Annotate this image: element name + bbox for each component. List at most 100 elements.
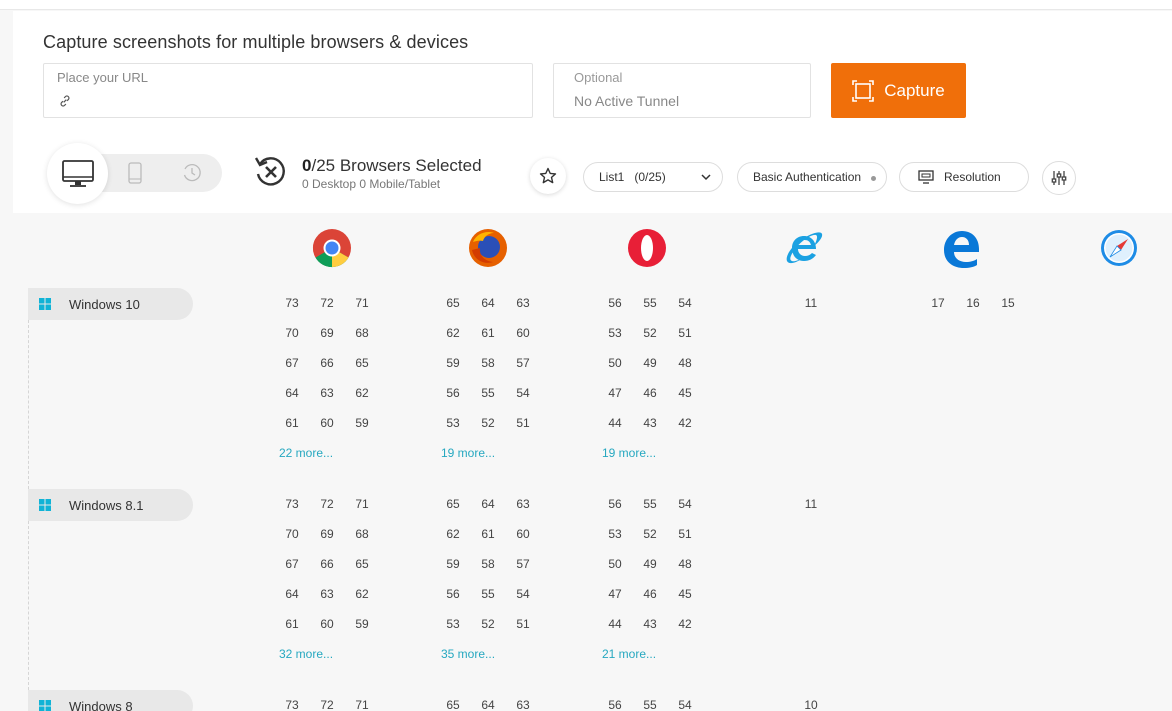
opera-version[interactable]: 42: [671, 416, 699, 430]
opera-version[interactable]: 55: [636, 497, 664, 511]
opera-more-link[interactable]: 21 more...: [602, 647, 656, 661]
favorites-button[interactable]: [530, 158, 566, 194]
firefox-version[interactable]: 65: [439, 296, 467, 310]
opera-version[interactable]: 46: [636, 386, 664, 400]
chrome-version[interactable]: 59: [348, 416, 376, 430]
opera-version[interactable]: 46: [636, 587, 664, 601]
firefox-version[interactable]: 60: [509, 326, 537, 340]
chrome-version[interactable]: 63: [313, 386, 341, 400]
opera-version[interactable]: 48: [671, 356, 699, 370]
opera-version[interactable]: 54: [671, 296, 699, 310]
chrome-more-link[interactable]: 22 more...: [279, 446, 333, 460]
firefox-version[interactable]: 65: [439, 698, 467, 711]
os-label[interactable]: Windows 8: [28, 690, 193, 711]
firefox-version[interactable]: 56: [439, 386, 467, 400]
opera-version[interactable]: 54: [671, 497, 699, 511]
chrome-version[interactable]: 65: [348, 557, 376, 571]
chrome-version[interactable]: 71: [348, 698, 376, 711]
ie-version[interactable]: 11: [797, 296, 825, 310]
firefox-version[interactable]: 53: [439, 617, 467, 631]
opera-version[interactable]: 43: [636, 617, 664, 631]
opera-version[interactable]: 47: [601, 386, 629, 400]
firefox-version[interactable]: 61: [474, 527, 502, 541]
opera-version[interactable]: 45: [671, 587, 699, 601]
chrome-version[interactable]: 64: [278, 587, 306, 601]
ie-version[interactable]: 10: [797, 698, 825, 711]
firefox-version[interactable]: 54: [509, 587, 537, 601]
basic-auth-button[interactable]: Basic Authentication: [737, 162, 887, 192]
chrome-version[interactable]: 71: [348, 296, 376, 310]
firefox-version[interactable]: 56: [439, 587, 467, 601]
edge-version[interactable]: 16: [959, 296, 987, 310]
opera-version[interactable]: 54: [671, 698, 699, 711]
chrome-version[interactable]: 64: [278, 386, 306, 400]
mobile-tab[interactable]: [124, 161, 146, 185]
firefox-version[interactable]: 55: [474, 386, 502, 400]
edge-version[interactable]: 17: [924, 296, 952, 310]
firefox-more-link[interactable]: 35 more...: [441, 647, 495, 661]
chrome-version[interactable]: 70: [278, 326, 306, 340]
chrome-version[interactable]: 60: [313, 416, 341, 430]
browser-list-dropdown[interactable]: List1 (0/25): [583, 162, 723, 192]
firefox-version[interactable]: 57: [509, 557, 537, 571]
opera-version[interactable]: 47: [601, 587, 629, 601]
firefox-version[interactable]: 64: [474, 296, 502, 310]
opera-version[interactable]: 53: [601, 326, 629, 340]
firefox-version[interactable]: 61: [474, 326, 502, 340]
os-label[interactable]: Windows 10: [28, 288, 193, 320]
chrome-version[interactable]: 67: [278, 356, 306, 370]
firefox-version[interactable]: 57: [509, 356, 537, 370]
opera-version[interactable]: 43: [636, 416, 664, 430]
firefox-version[interactable]: 62: [439, 326, 467, 340]
chrome-version[interactable]: 70: [278, 527, 306, 541]
chrome-version[interactable]: 62: [348, 386, 376, 400]
opera-version[interactable]: 56: [601, 497, 629, 511]
url-input[interactable]: Place your URL: [43, 63, 533, 118]
opera-version[interactable]: 45: [671, 386, 699, 400]
chrome-version[interactable]: 67: [278, 557, 306, 571]
chrome-version[interactable]: 72: [313, 698, 341, 711]
resolution-button[interactable]: Resolution: [899, 162, 1029, 192]
opera-version[interactable]: 44: [601, 416, 629, 430]
chrome-version[interactable]: 69: [313, 527, 341, 541]
opera-version[interactable]: 55: [636, 296, 664, 310]
firefox-version[interactable]: 52: [474, 416, 502, 430]
firefox-version[interactable]: 65: [439, 497, 467, 511]
firefox-version[interactable]: 59: [439, 557, 467, 571]
edge-version[interactable]: 15: [994, 296, 1022, 310]
opera-version[interactable]: 51: [671, 326, 699, 340]
firefox-version[interactable]: 58: [474, 356, 502, 370]
reset-selection-icon[interactable]: [253, 154, 289, 190]
capture-button[interactable]: Capture: [831, 63, 966, 118]
chrome-version[interactable]: 63: [313, 587, 341, 601]
chrome-version[interactable]: 59: [348, 617, 376, 631]
opera-version[interactable]: 50: [601, 557, 629, 571]
settings-button[interactable]: [1042, 161, 1076, 195]
chrome-version[interactable]: 69: [313, 326, 341, 340]
firefox-more-link[interactable]: 19 more...: [441, 446, 495, 460]
firefox-version[interactable]: 62: [439, 527, 467, 541]
opera-version[interactable]: 53: [601, 527, 629, 541]
chrome-version[interactable]: 72: [313, 296, 341, 310]
opera-version[interactable]: 52: [636, 326, 664, 340]
opera-version[interactable]: 44: [601, 617, 629, 631]
chrome-version[interactable]: 71: [348, 497, 376, 511]
os-label[interactable]: Windows 8.1: [28, 489, 193, 521]
chrome-version[interactable]: 73: [278, 296, 306, 310]
opera-version[interactable]: 56: [601, 698, 629, 711]
chrome-version[interactable]: 60: [313, 617, 341, 631]
firefox-version[interactable]: 64: [474, 698, 502, 711]
firefox-version[interactable]: 51: [509, 416, 537, 430]
chrome-version[interactable]: 61: [278, 617, 306, 631]
firefox-version[interactable]: 54: [509, 386, 537, 400]
recent-tab[interactable]: [180, 161, 204, 185]
firefox-version[interactable]: 59: [439, 356, 467, 370]
chrome-version[interactable]: 68: [348, 326, 376, 340]
chrome-version[interactable]: 73: [278, 497, 306, 511]
tunnel-select[interactable]: Optional No Active Tunnel: [553, 63, 811, 118]
chrome-version[interactable]: 61: [278, 416, 306, 430]
firefox-version[interactable]: 53: [439, 416, 467, 430]
opera-version[interactable]: 56: [601, 296, 629, 310]
firefox-version[interactable]: 55: [474, 587, 502, 601]
opera-version[interactable]: 55: [636, 698, 664, 711]
